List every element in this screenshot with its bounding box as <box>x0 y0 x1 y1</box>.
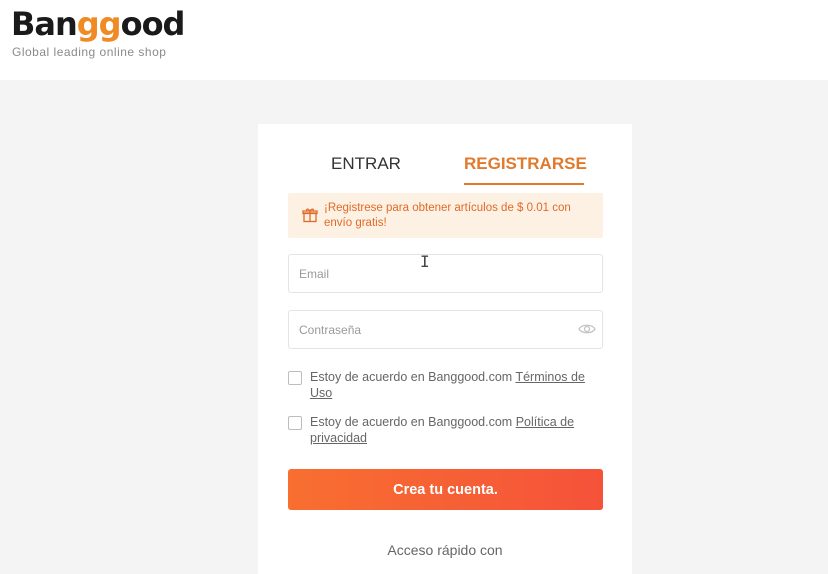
privacy-agreement-text: Estoy de acuerdo en Banggood.com Polític… <box>310 414 600 446</box>
promo-text: ¡Registrese para obtener artículos de $ … <box>324 202 571 229</box>
terms-prefix: Estoy de acuerdo en Banggood.com <box>310 370 516 384</box>
privacy-prefix: Estoy de acuerdo en Banggood.com <box>310 415 516 429</box>
logo-text-suffix: ood <box>120 5 186 43</box>
email-field-wrapper <box>288 254 603 293</box>
eye-icon[interactable] <box>578 322 596 336</box>
logo-tagline: Global leading online shop <box>12 45 167 59</box>
password-field[interactable] <box>289 311 602 348</box>
active-tab-indicator <box>464 183 584 185</box>
tab-login[interactable]: ENTRAR <box>316 154 416 184</box>
text-cursor-icon: I <box>420 252 430 271</box>
terms-checkbox[interactable] <box>288 371 302 385</box>
tab-register[interactable]: REGISTRARSE <box>464 154 587 184</box>
email-field[interactable] <box>289 255 602 292</box>
gift-icon <box>302 208 318 223</box>
banggood-logo[interactable]: Banggood <box>11 4 186 44</box>
quick-access-label: Acceso rápido con <box>387 542 503 558</box>
promo-banner: ¡Registrese para obtener artículos de $ … <box>288 193 603 238</box>
site-header: Banggood Global leading online shop <box>0 0 828 80</box>
terms-agreement-text: Estoy de acuerdo en Banggood.com Término… <box>310 369 600 401</box>
logo-text-prefix: Ban <box>11 5 78 43</box>
register-panel: ENTRAR REGISTRARSE ¡Registrese para obte… <box>258 124 632 574</box>
logo-text-highlight: gg <box>76 5 122 43</box>
create-account-button[interactable]: Crea tu cuenta. <box>288 469 603 510</box>
password-field-wrapper <box>288 310 603 349</box>
privacy-checkbox[interactable] <box>288 416 302 430</box>
